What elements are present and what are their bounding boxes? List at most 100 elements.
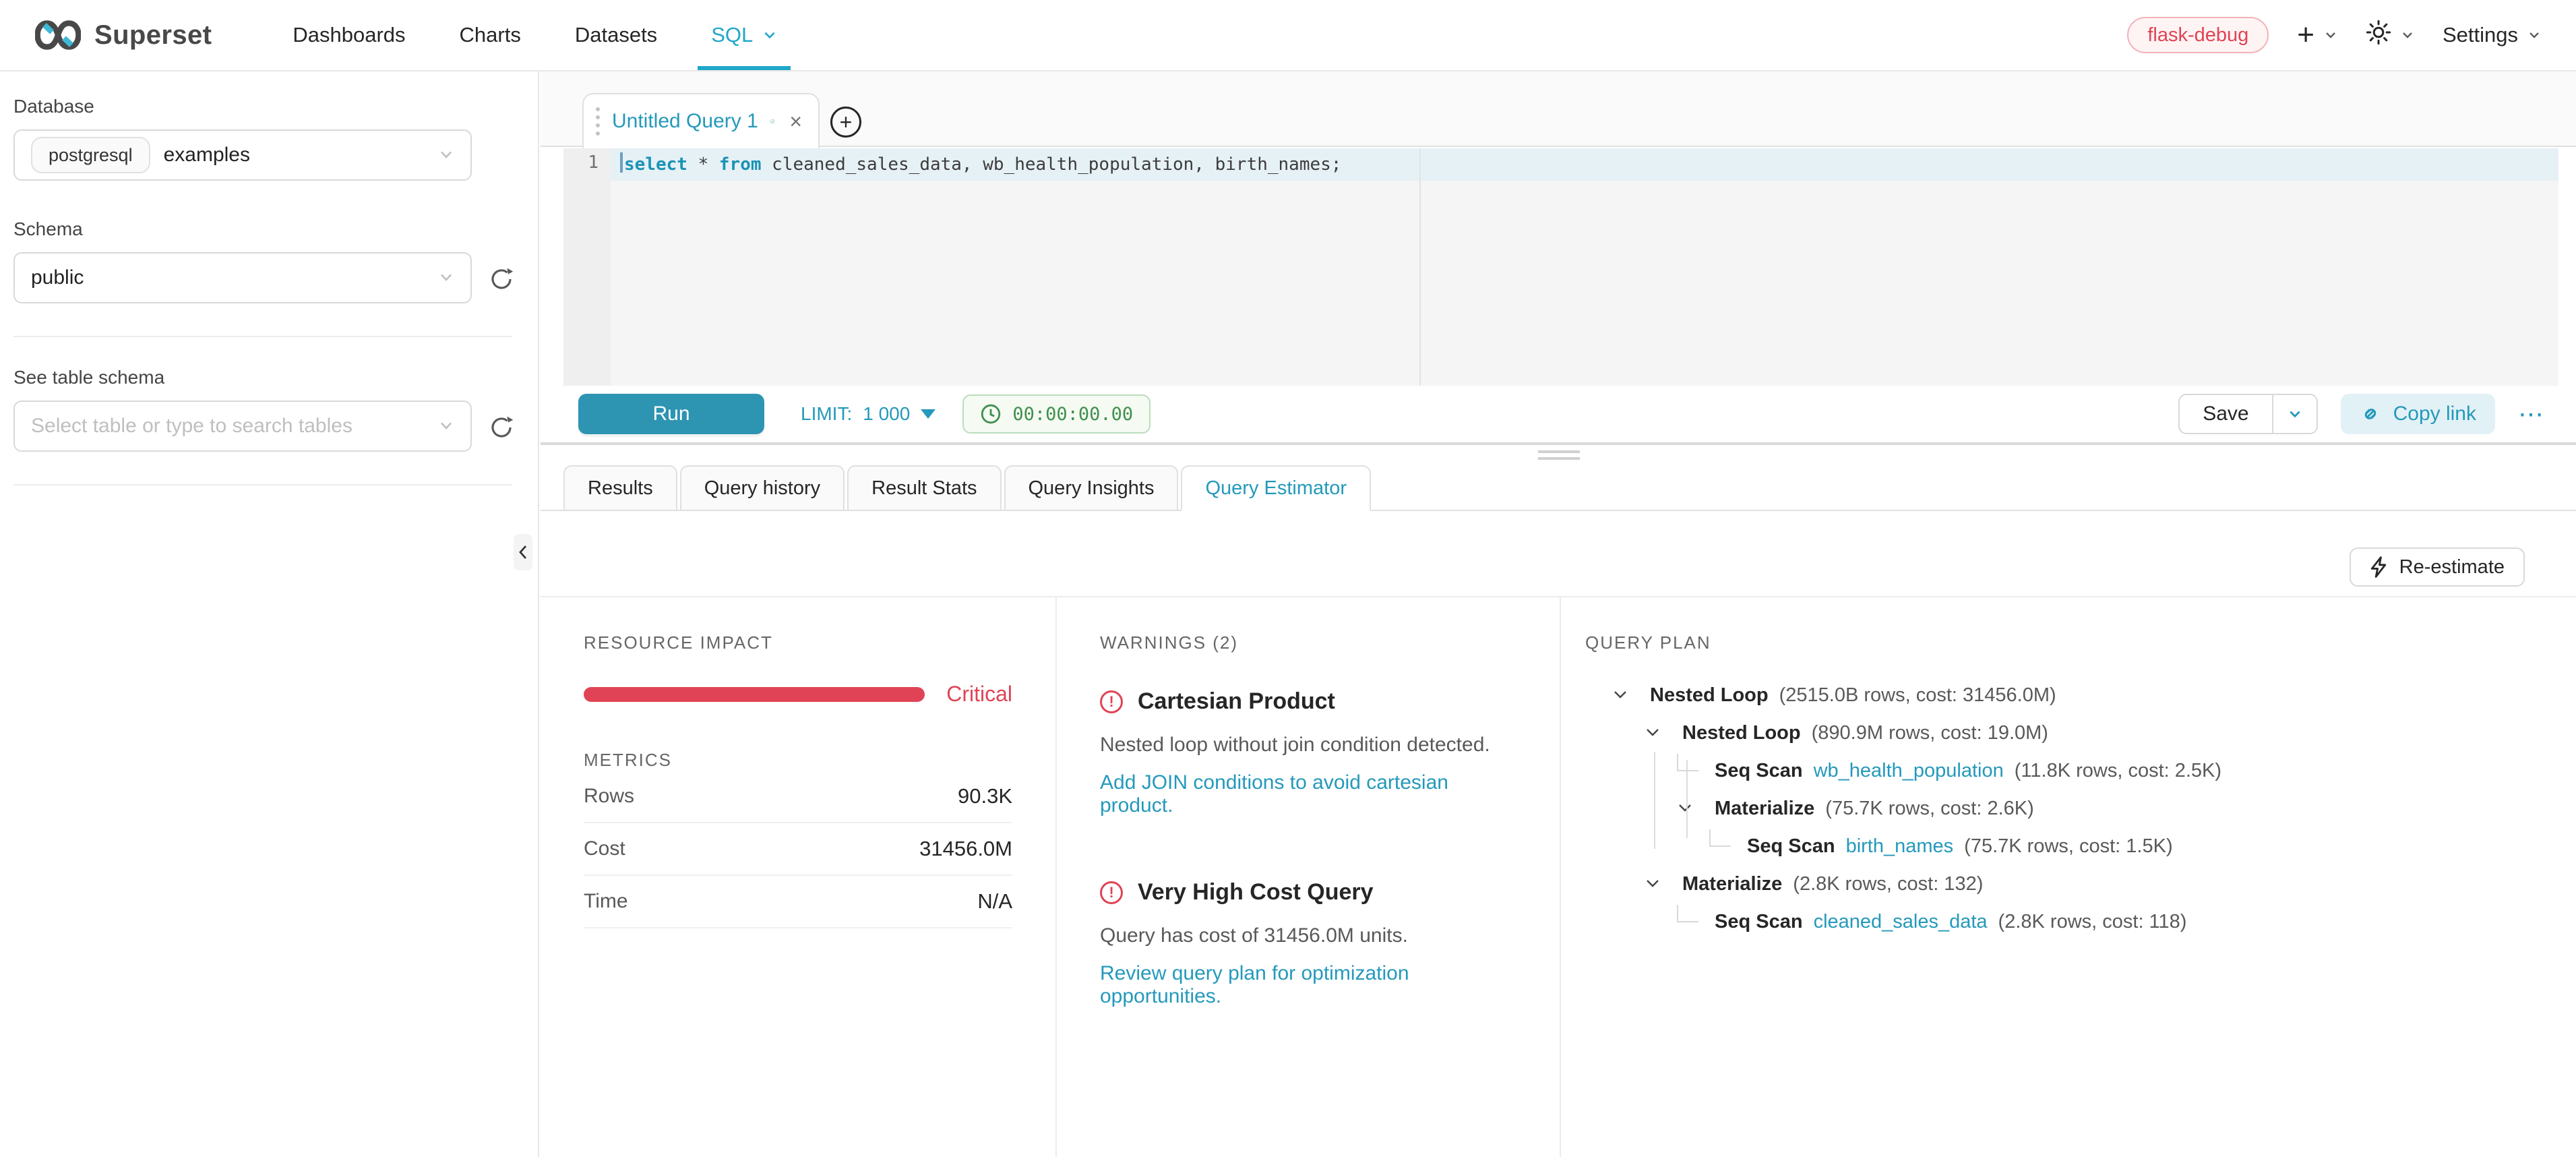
save-options-button[interactable] (2272, 395, 2317, 433)
query-plan-column: QUERY PLAN Nested Loop (2515.0B rows, co… (1561, 597, 2576, 1157)
query-tab-title: Untitled Query 1 (612, 110, 758, 133)
superset-infinity-icon (35, 20, 81, 50)
environment-badge: flask-debug (2127, 17, 2269, 53)
warnings-column: WARNINGS (2) ! Cartesian Product Nested … (1057, 597, 1561, 1157)
warnings-heading: WARNINGS (2) (1100, 632, 1511, 653)
tab-results[interactable]: Results (563, 465, 677, 511)
new-item-menu[interactable]: + (2297, 20, 2337, 50)
estimator-content: RESOURCE IMPACT Critical METRICS Rows 90… (541, 597, 2576, 1157)
limit-dropdown[interactable]: LIMIT: 1 000 (801, 403, 936, 425)
plan-node: Seq Scan birth_names (75.7K rows, cost: … (1585, 827, 2549, 865)
close-tab-icon[interactable]: × (789, 109, 802, 134)
results-tab-bar: Results Query history Result Stats Query… (541, 465, 2576, 511)
editor-gutter: 1 (563, 148, 611, 386)
tab-result-stats[interactable]: Result Stats (847, 465, 1001, 511)
pane-resize-divider[interactable] (541, 442, 2576, 445)
link-icon (2360, 403, 2381, 425)
chevron-down-icon (2324, 28, 2337, 42)
sql-lab-main: Untitled Query 1 × + 1 select * from cle… (541, 71, 2576, 1157)
more-actions-button[interactable]: ⋯ (2518, 399, 2545, 429)
metric-row-time: Time N/A (584, 876, 1012, 928)
table-select-placeholder: Select table or type to search tables (31, 415, 352, 438)
plan-node: Nested Loop (890.9M rows, cost: 19.0M) (1585, 714, 2549, 752)
add-query-tab-button[interactable]: + (830, 107, 861, 138)
sql-editor[interactable]: 1 select * from cleaned_sales_data, wb_h… (563, 148, 2558, 386)
refresh-schemas-icon[interactable] (488, 266, 515, 293)
chevron-down-icon[interactable] (1612, 683, 1631, 708)
tree-guide-line (1686, 760, 1688, 838)
chevron-left-icon (517, 544, 529, 560)
tab-query-estimator[interactable]: Query Estimator (1181, 465, 1371, 511)
warning-high-cost: ! Very High Cost Query Query has cost of… (1100, 879, 1511, 1008)
print-margin-line (1419, 148, 1421, 386)
table-link[interactable]: cleaned_sales_data (1814, 911, 1988, 933)
resource-impact-column: RESOURCE IMPACT Critical METRICS Rows 90… (541, 597, 1057, 1157)
warning-icon: ! (1100, 881, 1123, 904)
timer-value: 00:00:00.00 (1012, 404, 1133, 425)
chevron-down-icon (438, 266, 454, 291)
tree-connector (1677, 905, 1698, 922)
chevron-down-icon (2401, 28, 2414, 42)
editor-toolbar: Run LIMIT: 1 000 00:00:00.00 Save (541, 386, 2576, 442)
refresh-tables-icon[interactable] (488, 414, 515, 441)
sun-icon (2366, 20, 2391, 51)
chevron-down-icon (2527, 28, 2541, 42)
plan-node: Materialize (2.8K rows, cost: 132) (1585, 865, 2549, 903)
nav-item-datasets[interactable]: Datasets (548, 0, 684, 70)
schema-select[interactable]: public (13, 252, 472, 303)
schema-select-value: public (31, 266, 84, 289)
nav-item-dashboards[interactable]: Dashboards (266, 0, 432, 70)
warning-suggestion-link[interactable]: Add JOIN conditions to avoid cartesian p… (1100, 771, 1511, 817)
table-link[interactable]: birth_names (1846, 835, 1954, 858)
schema-label: Schema (13, 218, 524, 240)
sidebar-divider (13, 484, 512, 485)
plus-icon: + (2297, 20, 2314, 50)
tree-connector (1709, 829, 1731, 847)
warning-cartesian-product: ! Cartesian Product Nested loop without … (1100, 688, 1511, 817)
query-timer: 00:00:00.00 (962, 394, 1151, 434)
saved-check-icon (770, 110, 775, 133)
limit-value: 1 000 (863, 403, 910, 425)
chevron-down-icon[interactable] (1645, 872, 1663, 897)
nav-item-sql[interactable]: SQL (684, 0, 804, 70)
plan-node: Seq Scan wb_health_population (11.8K row… (1585, 752, 2549, 790)
tab-query-history[interactable]: Query history (680, 465, 845, 511)
tree-guide-line (1654, 752, 1655, 849)
navbar: Superset Dashboards Charts Datasets SQL … (0, 0, 2576, 71)
query-tab[interactable]: Untitled Query 1 × (582, 93, 820, 148)
settings-menu[interactable]: Settings (2443, 23, 2541, 47)
sidebar-divider (13, 336, 512, 337)
query-plan-tree: Nested Loop (2515.0B rows, cost: 31456.0… (1585, 676, 2549, 941)
plan-node: Materialize (75.7K rows, cost: 2.6K) (1585, 790, 2549, 827)
drag-handle-icon[interactable] (596, 107, 600, 136)
chevron-down-icon (438, 143, 454, 168)
warning-suggestion-link[interactable]: Review query plan for optimization oppor… (1100, 962, 1511, 1008)
copy-link-button[interactable]: Copy link (2341, 394, 2495, 434)
superset-logo[interactable]: Superset (0, 20, 212, 51)
save-split-button: Save (2178, 394, 2317, 434)
run-button[interactable]: Run (578, 394, 764, 434)
reestimate-button[interactable]: Re-estimate (2350, 547, 2525, 587)
chevron-down-icon (762, 28, 777, 42)
tab-query-insights[interactable]: Query Insights (1004, 465, 1179, 511)
save-button[interactable]: Save (2180, 395, 2271, 433)
query-plan-heading: QUERY PLAN (1585, 632, 2549, 653)
table-select[interactable]: Select table or type to search tables (13, 400, 472, 452)
impact-level: Critical (946, 682, 1012, 707)
table-link[interactable]: wb_health_population (1814, 760, 2004, 782)
chevron-down-icon[interactable] (1645, 721, 1663, 746)
metric-row-rows: Rows 90.3K (584, 771, 1012, 823)
pane-drag-handle[interactable] (1538, 450, 1580, 464)
sql-code-line: select * from cleaned_sales_data, wb_hea… (620, 152, 1341, 175)
brand-name: Superset (94, 20, 212, 51)
collapse-sidebar-button[interactable] (514, 534, 532, 570)
line-number: 1 (588, 152, 599, 173)
toolbar-right: Save Copy link ⋯ (2178, 394, 2576, 434)
database-select[interactable]: postgresql examples (13, 129, 472, 181)
warning-icon: ! (1100, 690, 1123, 713)
theme-menu[interactable] (2366, 20, 2414, 51)
nav-item-charts[interactable]: Charts (433, 0, 548, 70)
caret-down-icon (921, 409, 936, 419)
impact-progress-bar (584, 687, 925, 702)
text-cursor (620, 152, 623, 173)
